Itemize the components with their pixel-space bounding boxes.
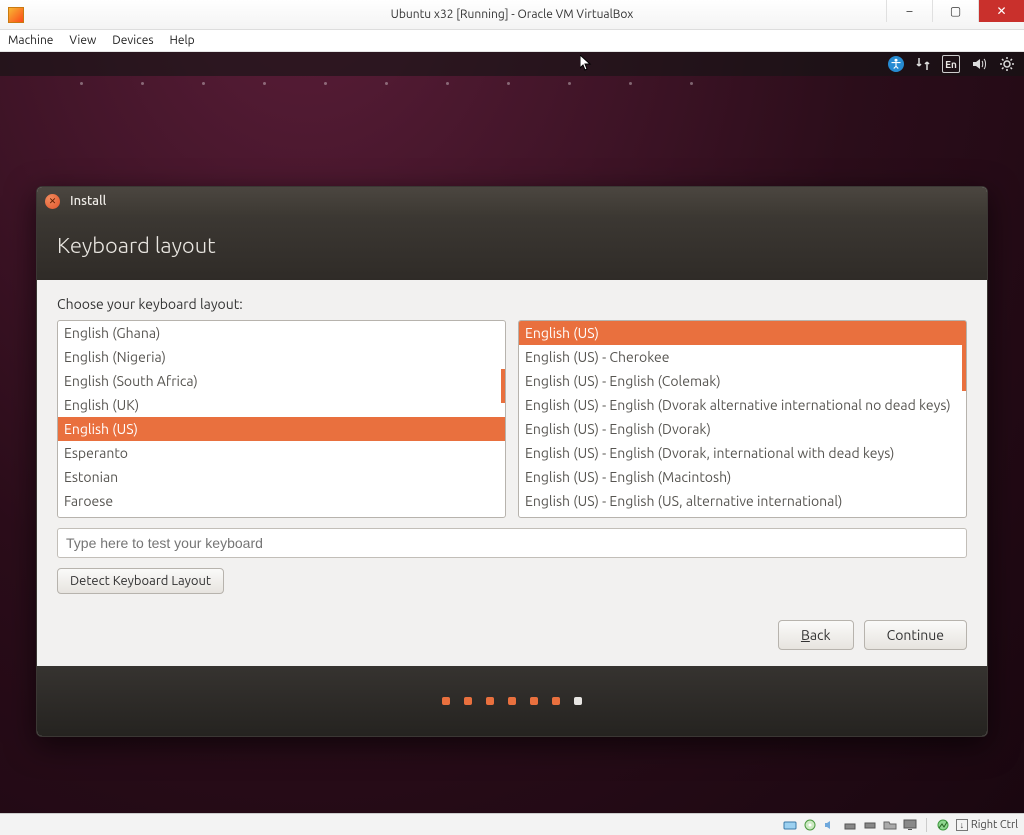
layout-variant-option[interactable]: English (US) - English (US, alternative … — [519, 489, 966, 513]
layout-variant-option[interactable]: English (US) — [519, 321, 966, 345]
layout-option[interactable]: English (Nigeria) — [58, 345, 505, 369]
scrollbar-indicator[interactable] — [962, 321, 966, 391]
layout-option[interactable]: Estonian — [58, 465, 505, 489]
installer-heading: Keyboard layout — [37, 215, 987, 280]
layout-variant-option[interactable]: English (US) - English (Dvorak) — [519, 417, 966, 441]
network-adapter-icon[interactable] — [843, 818, 857, 832]
layout-option[interactable]: English (Ghana) — [58, 321, 505, 345]
maximize-button[interactable]: ▢ — [932, 0, 978, 22]
layout-variant-option[interactable]: English (US) - English (Macintosh) — [519, 465, 966, 489]
virtualbox-icon — [8, 7, 24, 23]
layout-option[interactable]: Filipino — [58, 513, 505, 518]
progress-dot — [464, 697, 472, 705]
menu-view[interactable]: View — [69, 34, 96, 47]
layout-variant-option[interactable]: English (US) - English (Dvorak alternati… — [519, 393, 966, 417]
installer-close-icon[interactable]: ✕ — [45, 194, 60, 209]
menu-devices[interactable]: Devices — [112, 34, 153, 47]
minimize-button[interactable]: – — [886, 0, 932, 22]
host-window-title: Ubuntu x32 [Running] - Oracle VM Virtual… — [0, 8, 1024, 21]
progress-dot — [574, 697, 582, 705]
installer-titlebar[interactable]: ✕ Install — [37, 187, 987, 215]
progress-dot — [486, 697, 494, 705]
layout-variant-option[interactable]: English (US) - English (US, internationa… — [519, 513, 966, 518]
installer-window: ✕ Install Keyboard layout Choose your ke… — [36, 186, 988, 737]
installer-window-title: Install — [70, 194, 106, 208]
optical-drive-icon[interactable] — [803, 818, 817, 832]
layout-variant-option[interactable]: English (US) - English (Dvorak, internat… — [519, 441, 966, 465]
progress-dot — [552, 697, 560, 705]
keyboard-language-indicator[interactable]: En — [942, 55, 960, 73]
launcher-placeholder-dots — [80, 82, 693, 85]
progress-dot — [508, 697, 516, 705]
accessibility-icon[interactable] — [888, 56, 904, 72]
hdd-icon[interactable] — [783, 818, 797, 832]
network-icon[interactable] — [914, 55, 932, 73]
host-window-titlebar: Ubuntu x32 [Running] - Oracle VM Virtual… — [0, 0, 1024, 30]
close-button[interactable]: ✕ — [978, 0, 1024, 22]
shared-folders-icon[interactable] — [883, 818, 897, 832]
back-button[interactable]: Back — [778, 620, 854, 650]
host-key-arrow-icon: ↓ — [956, 819, 968, 831]
menu-help[interactable]: Help — [170, 34, 195, 47]
keyboard-layout-list-right[interactable]: English (US)English (US) - CherokeeEngli… — [518, 320, 967, 518]
system-gear-icon[interactable] — [998, 55, 1016, 73]
progress-dot — [530, 697, 538, 705]
layout-variant-option[interactable]: English (US) - English (Colemak) — [519, 369, 966, 393]
host-key-indicator[interactable]: ↓ Right Ctrl — [956, 819, 1018, 831]
keyboard-test-input[interactable] — [57, 528, 967, 558]
layout-option[interactable]: Faroese — [58, 489, 505, 513]
installer-progress-dots — [37, 666, 987, 736]
continue-button[interactable]: Continue — [864, 620, 967, 650]
scrollbar-indicator[interactable] — [501, 369, 505, 403]
audio-icon[interactable] — [823, 818, 837, 832]
layout-option[interactable]: English (UK) — [58, 393, 505, 417]
keyboard-layout-prompt: Choose your keyboard layout: — [57, 296, 967, 312]
layout-option[interactable]: English (South Africa) — [58, 369, 505, 393]
layout-option[interactable]: Esperanto — [58, 441, 505, 465]
layout-variant-option[interactable]: English (US) - Cherokee — [519, 345, 966, 369]
host-key-label: Right Ctrl — [971, 819, 1018, 831]
menu-machine[interactable]: Machine — [8, 34, 53, 47]
volume-icon[interactable] — [970, 55, 988, 73]
usb-icon[interactable] — [863, 818, 877, 832]
mouse-integration-icon[interactable] — [936, 818, 950, 832]
layout-option[interactable]: English (US) — [58, 417, 505, 441]
keyboard-layout-list-left[interactable]: English (Ghana)English (Nigeria)English … — [57, 320, 506, 518]
display-icon[interactable] — [903, 818, 917, 832]
ubuntu-top-panel: En — [0, 52, 1024, 76]
guest-display: En ✕ Install Keyboard layout Choose your… — [0, 52, 1024, 813]
detect-keyboard-layout-button[interactable]: Detect Keyboard Layout — [57, 568, 224, 594]
host-status-bar: ↓ Right Ctrl — [0, 813, 1024, 835]
virtualbox-menubar: Machine View Devices Help — [0, 30, 1024, 52]
progress-dot — [442, 697, 450, 705]
